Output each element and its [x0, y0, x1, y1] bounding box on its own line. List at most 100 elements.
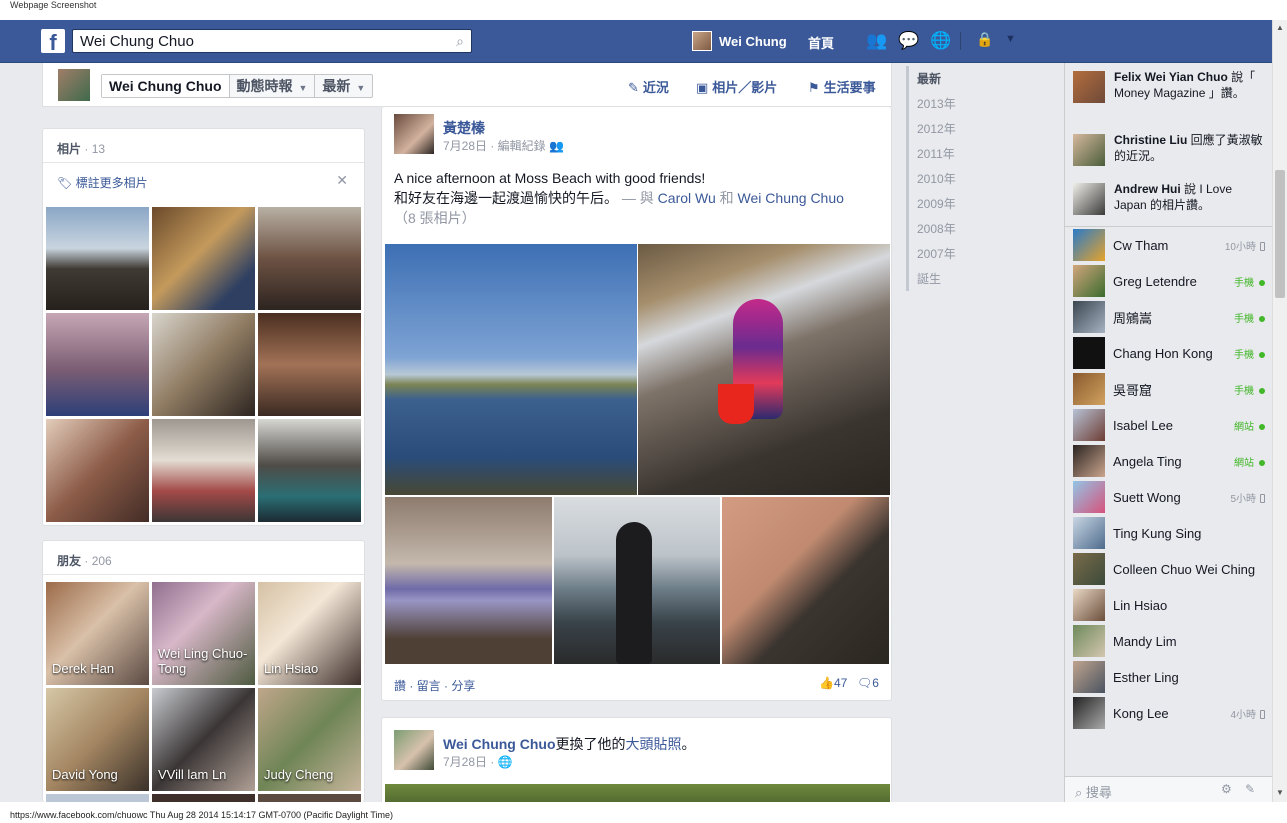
status-link[interactable]: ✎ 近況 — [628, 77, 669, 96]
post-meta: 7月28日 · 編輯紀錄 👥 — [443, 137, 564, 154]
friend-tile[interactable]: VVill lam Ln — [152, 688, 255, 791]
nav-profile-link[interactable]: Wei Chung — [692, 31, 787, 51]
friend-tile[interactable]: Wei Ling Chuo-Tong — [152, 582, 255, 685]
avatar[interactable] — [394, 114, 434, 154]
chat-friend[interactable]: Suett Wong 5小時 — [1073, 480, 1265, 514]
gear-icon[interactable]: ⚙ — [1221, 782, 1232, 796]
chat-friend[interactable]: Colleen Chuo Wei Ching — [1073, 552, 1265, 586]
mention-link[interactable]: Carol Wu — [658, 190, 716, 206]
scroll-up-icon[interactable]: ▲ — [1276, 23, 1284, 32]
post-text: A nice afternoon at Moss Beach with good… — [394, 168, 884, 228]
friend-tile[interactable] — [152, 794, 255, 802]
notifications-globe-icon[interactable]: 🌐 — [928, 30, 954, 52]
comment-count[interactable]: 🗨6 — [857, 676, 879, 690]
avatar[interactable] — [394, 730, 434, 770]
sort-dropdown[interactable]: 最新 ▼ — [315, 75, 372, 97]
activity-dropdown[interactable]: 動態時報 ▼ — [230, 75, 316, 97]
friend-tile[interactable] — [46, 794, 149, 802]
photo-thumbnail[interactable] — [258, 419, 361, 522]
post-photo[interactable] — [385, 497, 552, 664]
photo-thumbnail[interactable] — [46, 419, 149, 522]
photo-thumbnail[interactable] — [152, 207, 255, 310]
chat-search-input[interactable]: ⌕ 搜尋 — [1075, 782, 1112, 801]
tag-more-photos-row[interactable]: 🏷 標註更多相片 ✕ — [43, 163, 364, 199]
friend-tile[interactable] — [258, 794, 361, 802]
year-link[interactable]: 2010年 — [909, 166, 956, 191]
post-photo[interactable] — [554, 497, 720, 664]
photo-thumbnail[interactable] — [46, 207, 149, 310]
messages-icon[interactable]: 💬 — [896, 30, 922, 52]
settings-caret-icon[interactable]: ▼ — [1005, 33, 1016, 45]
photo-thumbnail[interactable] — [46, 313, 149, 416]
chat-friend[interactable]: Isabel Lee 網站 — [1073, 408, 1265, 442]
photo-count: （8 張相片） — [394, 210, 476, 226]
post-photo[interactable] — [385, 244, 637, 495]
ticker-item[interactable]: Christine Liu 回應了黃淑敏的近況。 — [1073, 132, 1268, 166]
post-author[interactable]: Wei Chung Chuo — [443, 736, 556, 752]
chat-friend[interactable]: Esther Ling — [1073, 660, 1265, 694]
photos-card-title[interactable]: 相片 · 13 — [43, 129, 364, 163]
year-link[interactable]: 最新 — [909, 66, 956, 91]
friend-tile[interactable]: Lin Hsiao — [258, 582, 361, 685]
year-link[interactable]: 2012年 — [909, 116, 956, 141]
search-icon[interactable]: ⌕ — [448, 30, 472, 52]
chat-friend[interactable]: Cw Tham 10小時 — [1073, 228, 1265, 262]
like-count[interactable]: 👍47 — [819, 676, 847, 690]
year-link[interactable]: 2009年 — [909, 191, 956, 216]
audience-icon[interactable]: 👥 — [549, 139, 564, 153]
year-link[interactable]: 2008年 — [909, 216, 956, 241]
post-date[interactable]: 7月28日 · 編輯紀錄 — [443, 139, 546, 153]
chat-friend[interactable]: Angela Ting 網站 — [1073, 444, 1265, 478]
year-link[interactable]: 2007年 — [909, 241, 956, 266]
privacy-shortcuts-icon[interactable]: 🔒 — [976, 31, 993, 48]
photo-thumbnail[interactable] — [152, 313, 255, 416]
post-author[interactable]: 黃楚榛 — [443, 118, 485, 138]
search-input[interactable]: Wei Chung Chuo — [72, 29, 472, 53]
timeline-nav-buttons: Wei Chung Chuo 動態時報 ▼ 最新 ▼ — [101, 74, 374, 98]
page-scrollbar[interactable]: ▲ ▼ — [1272, 20, 1287, 802]
year-link[interactable]: 誕生 — [909, 266, 956, 291]
post-photo[interactable] — [722, 497, 889, 664]
photo-video-link[interactable]: ▣ 相片／影片 — [696, 77, 777, 96]
chat-friend[interactable]: Kong Lee 4小時 — [1073, 696, 1265, 730]
life-event-link[interactable]: ⚑ 生活要事 — [808, 77, 876, 96]
ticker-item[interactable]: Andrew Hui 說 I Love Japan 的相片讚。 — [1073, 181, 1268, 215]
post-date[interactable]: 7月28日 · — [443, 755, 494, 769]
photo-thumbnail[interactable] — [152, 419, 255, 522]
year-link[interactable]: 2011年 — [909, 141, 956, 166]
chat-friend[interactable]: Ting Kung Sing — [1073, 516, 1265, 550]
facebook-logo-icon[interactable]: f — [41, 29, 65, 53]
post-actions[interactable]: 讚 · 留言 · 分享 — [394, 677, 475, 694]
friend-requests-icon[interactable]: 👥 — [864, 30, 890, 52]
friend-tile[interactable]: Judy Cheng — [258, 688, 361, 791]
avatar[interactable] — [58, 69, 90, 101]
friend-tile[interactable]: David Yong — [46, 688, 149, 791]
mention-link[interactable]: Wei Chung Chuo — [738, 190, 844, 206]
close-icon[interactable]: ✕ — [336, 172, 348, 189]
chat-friend[interactable]: 周鵷嵩 手機 — [1073, 300, 1265, 334]
globe-icon[interactable]: 🌐 — [498, 755, 513, 769]
post-photo[interactable] — [638, 244, 890, 495]
friends-card-title[interactable]: 朋友 · 206 — [43, 541, 364, 575]
browser-viewport: f Wei Chung Chuo ⌕ Wei Chung 首頁 👥 💬 🌐 🔒 … — [0, 20, 1287, 802]
chat-friend[interactable]: 吳哥窟 手機 — [1073, 372, 1265, 406]
photo-thumbnail[interactable] — [258, 313, 361, 416]
scrollbar-thumb[interactable] — [1275, 170, 1285, 298]
compose-icon[interactable]: ✎ — [1245, 782, 1255, 796]
profile-name-button[interactable]: Wei Chung Chuo — [102, 75, 230, 97]
chat-friend[interactable]: Chang Hon Kong 手機 — [1073, 336, 1265, 370]
chat-status-label: 網站 — [1234, 421, 1254, 433]
chat-friend[interactable]: Greg Letendre 手機 — [1073, 264, 1265, 298]
nav-home-link[interactable]: 首頁 — [808, 33, 834, 52]
chat-friend[interactable]: Lin Hsiao — [1073, 588, 1265, 622]
chat-friend[interactable]: Mandy Lim — [1073, 624, 1265, 658]
post-photo[interactable] — [385, 784, 890, 802]
scroll-down-icon[interactable]: ▼ — [1276, 788, 1284, 797]
friend-tile[interactable]: Derek Han — [46, 582, 149, 685]
profile-picture-link[interactable]: 大頭貼照 — [626, 736, 682, 752]
capture-label: Webpage Screenshot — [10, 0, 97, 10]
ticker-item[interactable]: Felix Wei Yian Chuo 說「 Money Magazine 」讚… — [1073, 69, 1268, 103]
photo-thumbnail[interactable] — [258, 207, 361, 310]
year-link[interactable]: 2013年 — [909, 91, 956, 116]
chat-friend-name: Cw Tham — [1113, 237, 1169, 253]
